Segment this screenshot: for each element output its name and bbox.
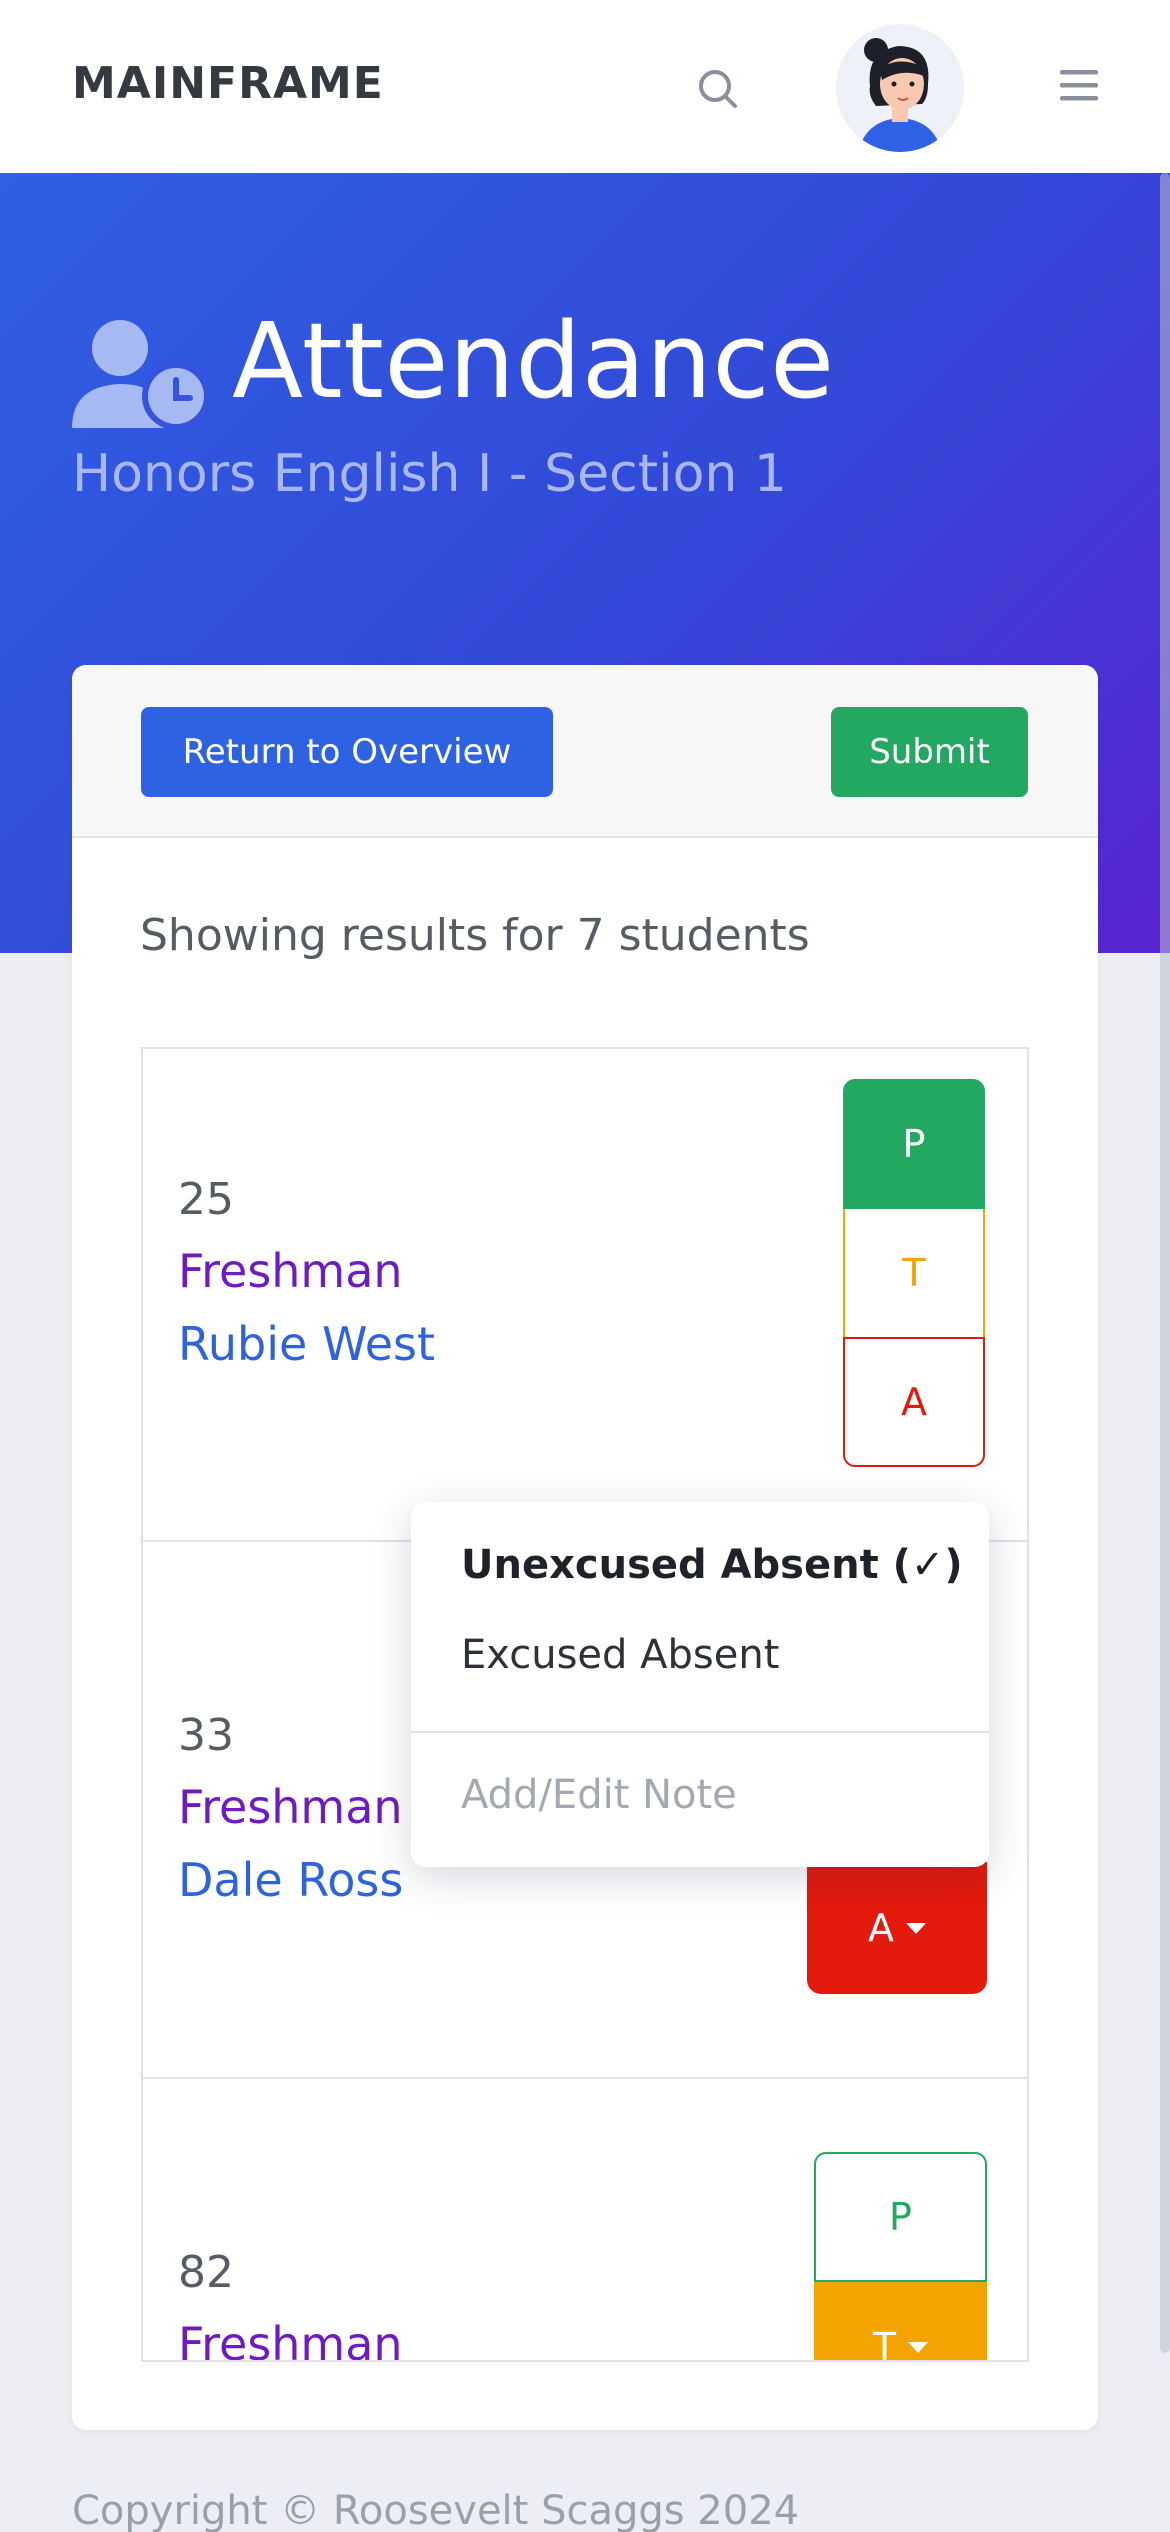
present-button[interactable]: P — [814, 2152, 987, 2282]
card-header: Return to Overview Submit — [72, 665, 1098, 838]
caret-down-icon — [908, 2341, 929, 2353]
page-title: Attendance — [232, 300, 835, 422]
absent-label: A — [868, 1906, 894, 1950]
student-grade: Freshman — [178, 2317, 403, 2362]
return-to-overview-button[interactable]: Return to Overview — [141, 707, 553, 797]
add-edit-note-option[interactable]: Add/Edit Note — [461, 1772, 737, 1818]
unexcused-absent-option[interactable]: Unexcused Absent (✓) — [461, 1542, 963, 1588]
student-number: 82 — [178, 2247, 234, 2298]
absence-type-dropdown: Unexcused Absent (✓) Excused Absent Add/… — [411, 1502, 989, 1867]
user-avatar[interactable] — [836, 24, 964, 152]
student-number: 25 — [178, 1174, 234, 1225]
student-row: 25 Freshman Rubie West P T A — [143, 1049, 1027, 1542]
user-clock-icon — [72, 318, 210, 430]
caret-down-icon — [906, 1922, 926, 1934]
hamburger-menu-icon[interactable] — [1058, 66, 1102, 106]
student-name-link[interactable]: Dale Ross — [178, 1853, 403, 1907]
present-button[interactable]: P — [843, 1079, 985, 1209]
results-count: Showing results for 7 students — [140, 910, 810, 961]
student-grade: Freshman — [178, 1780, 403, 1834]
top-navbar: MAINFRAME — [0, 0, 1170, 173]
absent-dropdown-toggle[interactable]: A — [807, 1862, 987, 1994]
student-number: 33 — [178, 1710, 234, 1761]
page-scrollbar[interactable] — [1160, 173, 1170, 2353]
tardy-label: T — [872, 2325, 897, 2362]
dropdown-divider — [411, 1731, 989, 1733]
student-name-link[interactable]: Rubie West — [178, 1317, 435, 1371]
excused-absent-option[interactable]: Excused Absent — [461, 1632, 779, 1678]
student-grade: Freshman — [178, 1244, 403, 1298]
student-row: 82 Freshman P T — [143, 2079, 1027, 2362]
brand-logo[interactable]: MAINFRAME — [72, 58, 384, 109]
search-icon[interactable] — [693, 64, 745, 116]
submit-button[interactable]: Submit — [831, 707, 1028, 797]
page-subtitle: Honors English I - Section 1 — [72, 444, 787, 504]
tardy-dropdown-toggle[interactable]: T — [814, 2282, 987, 2362]
tardy-button[interactable]: T — [843, 1209, 985, 1339]
footer-copyright: Copyright © Roosevelt Scaggs 2024 — [72, 2488, 800, 2532]
absent-button[interactable]: A — [843, 1337, 985, 1467]
